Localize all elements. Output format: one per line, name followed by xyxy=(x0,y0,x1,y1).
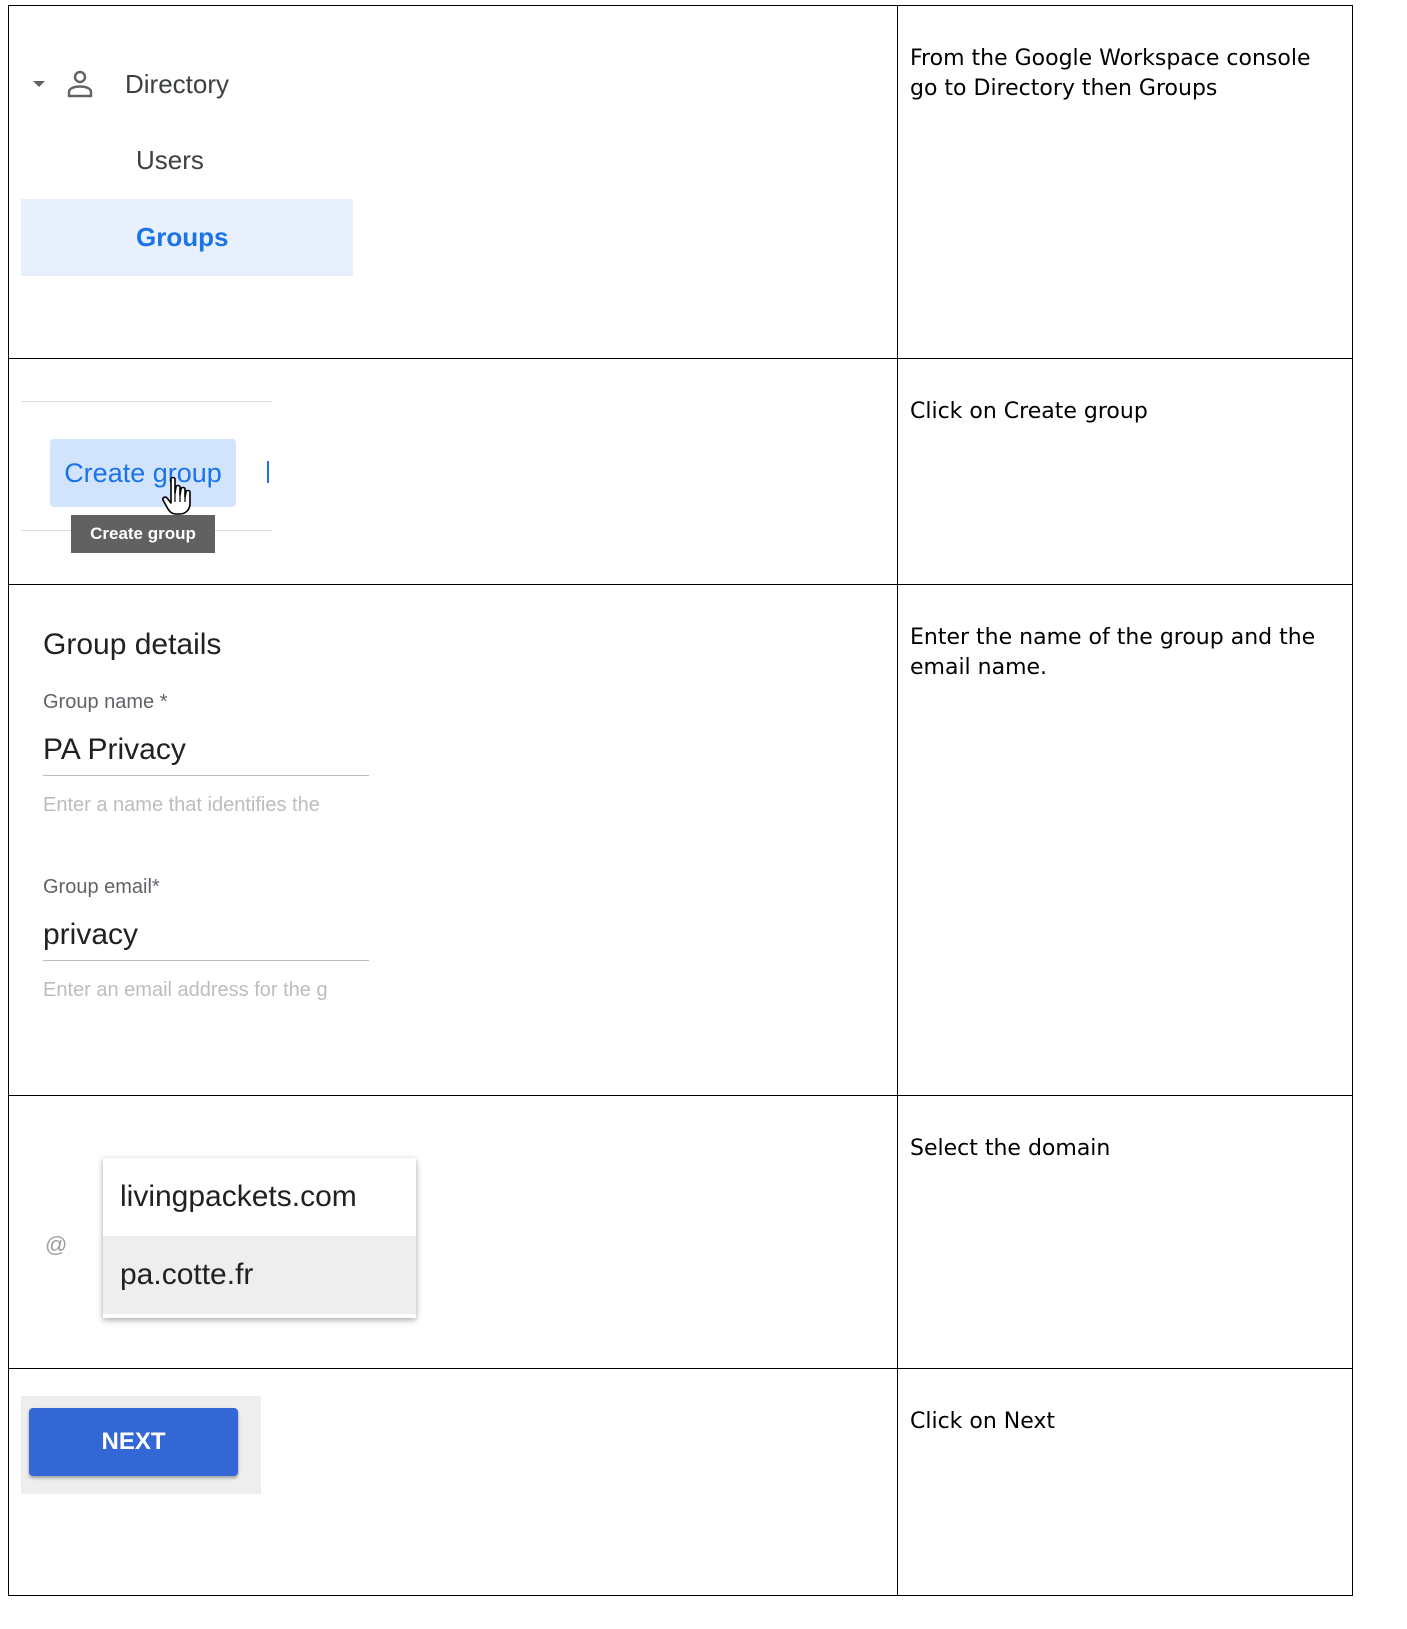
create-group-button[interactable]: Create group xyxy=(50,439,236,507)
group-name-input[interactable] xyxy=(43,731,369,776)
group-name-label: Group name * xyxy=(43,691,168,713)
instruction-table: Directory Users Groups From the Google W… xyxy=(8,5,1353,1596)
step-instruction: Click on Create group xyxy=(910,399,1148,424)
group-email-input[interactable] xyxy=(43,916,369,961)
step-row-next: NEXT Click on Next xyxy=(8,1368,1353,1596)
screenshot-cell: Group details Group name * Enter a name … xyxy=(8,584,898,1096)
instruction-cell: Select the domain xyxy=(897,1095,1353,1369)
instruction-cell: Enter the name of the group and the emai… xyxy=(897,584,1353,1096)
step-instruction: Click on Next xyxy=(910,1409,1056,1434)
step-row-create-group: Create group Create group Click on Creat… xyxy=(8,358,1353,585)
instruction-cell: Click on Create group xyxy=(897,358,1353,585)
group-email-hint: Enter an email address for the g xyxy=(43,979,328,1001)
create-group-toolbar: Create group Create group xyxy=(21,371,272,553)
create-group-tooltip: Create group xyxy=(71,515,215,553)
directory-nav: Directory Users Groups xyxy=(21,46,353,276)
caret-down-icon[interactable] xyxy=(33,81,45,87)
person-outline-icon xyxy=(67,70,93,98)
screenshot-cell: @ livingpackets.com pa.cotte.fr xyxy=(8,1095,898,1369)
step-row-domain: @ livingpackets.com pa.cotte.fr Select t… xyxy=(8,1095,1353,1369)
instruction-cell: From the Google Workspace console go to … xyxy=(897,5,1353,359)
step-row-group-details: Group details Group name * Enter a name … xyxy=(8,584,1353,1096)
nav-directory-label: Directory xyxy=(125,68,230,99)
group-email-label: Group email* xyxy=(43,876,160,898)
domain-option-highlighted[interactable]: pa.cotte.fr xyxy=(103,1236,416,1314)
next-button[interactable]: NEXT xyxy=(29,1408,238,1476)
at-symbol: @ xyxy=(45,1232,68,1257)
step-row-directory: Directory Users Groups From the Google W… xyxy=(8,5,1353,359)
instruction-cell: Click on Next xyxy=(897,1368,1353,1596)
group-details-form: Group details Group name * Enter a name … xyxy=(43,625,369,1003)
step-instruction: Select the domain xyxy=(910,1136,1111,1161)
step-instruction: Enter the name of the group and the emai… xyxy=(910,625,1316,680)
domain-dropdown[interactable]: livingpackets.com pa.cotte.fr xyxy=(103,1158,416,1318)
hand-pointer-icon xyxy=(162,476,191,515)
nav-directory-header[interactable]: Directory xyxy=(21,46,353,122)
screenshot-cell: Create group Create group xyxy=(8,358,898,585)
next-button-area: NEXT xyxy=(21,1396,261,1494)
group-name-hint: Enter a name that identifies the xyxy=(43,794,320,816)
screenshot-cell: NEXT xyxy=(8,1368,898,1596)
step-instruction: From the Google Workspace console go to … xyxy=(910,46,1311,101)
nav-item-groups[interactable]: Groups xyxy=(21,199,353,276)
nav-item-users[interactable]: Users xyxy=(21,122,353,199)
next-toolbar-item-edge xyxy=(267,461,269,483)
group-details-title: Group details xyxy=(43,628,222,661)
divider xyxy=(21,401,272,402)
screenshot-cell: Directory Users Groups xyxy=(8,5,898,359)
domain-option[interactable]: livingpackets.com xyxy=(103,1158,416,1236)
